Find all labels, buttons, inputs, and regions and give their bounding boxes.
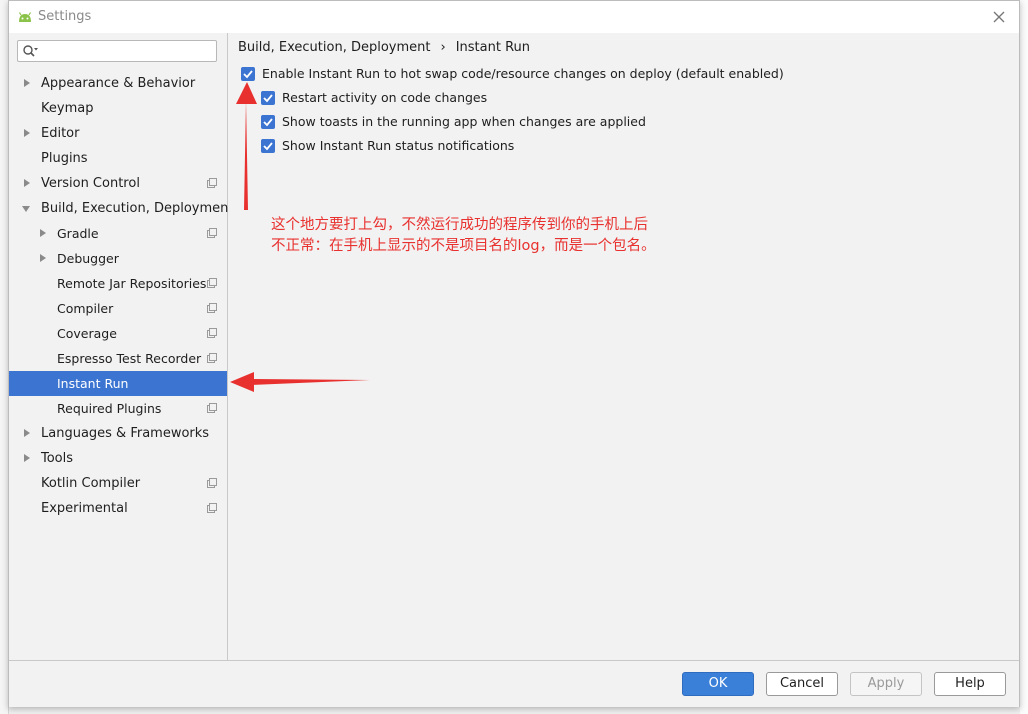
sidebar-item-coverage[interactable]: Coverage [9,321,227,346]
status-notifications-checkbox[interactable] [261,139,275,153]
sidebar-item-label: Plugins [41,151,88,166]
sidebar-item-label: Keymap [41,101,94,116]
sidebar-item-remote-jar-repositories[interactable]: Remote Jar Repositories [9,271,227,296]
settings-dialog: Settings Appearance & Behavior Keymap Edit… [8,0,1020,707]
project-settings-icon [207,403,217,413]
android-icon [18,12,32,22]
chevron-down-icon[interactable] [22,206,30,212]
dialog-footer: OK Cancel Apply Help [9,660,1019,707]
settings-sidebar: Appearance & Behavior Keymap Editor Plugins… [9,33,233,660]
sidebar-item-label: Editor [41,126,80,141]
sidebar-item-kotlin-compiler[interactable]: Kotlin Compiler [9,471,227,496]
apply-button[interactable]: Apply [850,672,922,696]
breadcrumb: Build, Execution, Deployment › Instant Run [238,40,530,55]
sidebar-item-label: Espresso Test Recorder [57,351,202,366]
sidebar-item-label: Build, Execution, Deployment [41,201,234,216]
chevron-right-icon[interactable] [24,129,30,137]
sidebar-item-label: Experimental [41,501,128,516]
sidebar-item-appearance-behavior[interactable]: Appearance & Behavior [9,71,227,96]
project-settings-icon [207,303,217,313]
project-settings-icon [207,328,217,338]
sidebar-item-label: Tools [41,451,74,466]
close-icon [993,11,1005,23]
enable-instant-run-checkbox[interactable] [241,67,255,81]
sidebar-item-version-control[interactable]: Version Control [9,171,227,196]
settings-content: Build, Execution, Deployment › Instant Run… [228,33,1019,660]
sidebar-item-compiler[interactable]: Compiler [9,296,227,321]
sidebar-item-label: Required Plugins [57,401,162,416]
sidebar-item-label: Gradle [57,226,99,241]
enable-instant-run-label: Enable Instant Run to hot swap code/reso… [262,66,784,81]
annotation-line-1: 这个地方要打上勾，不然运行成功的程序传到你的手机上后 [271,217,648,233]
chevron-right-icon[interactable] [24,179,30,187]
sidebar-item-label: Version Control [41,176,140,191]
sidebar-item-espresso-test-recorder[interactable]: Espresso Test Recorder [9,346,227,371]
breadcrumb-parent[interactable]: Build, Execution, Deployment [238,40,430,55]
sidebar-item-label: Compiler [57,301,114,316]
sidebar-item-build-execution-deployment[interactable]: Build, Execution, Deployment [9,196,233,221]
project-settings-icon [207,503,217,513]
breadcrumb-separator: › [440,40,446,55]
project-settings-icon [207,178,217,188]
annotation-line-2: 不正常：在手机上显示的不是项目名的log，而是一个包名。 [271,238,656,254]
cancel-button[interactable]: Cancel [766,672,838,696]
sidebar-item-tools[interactable]: Tools [9,446,227,471]
chevron-right-icon[interactable] [40,254,46,262]
chevron-right-icon[interactable] [40,229,46,237]
chevron-right-icon[interactable] [24,79,30,87]
settings-tree: Appearance & Behavior Keymap Editor Plugins… [9,71,233,521]
sidebar-item-label: Debugger [57,251,119,266]
window-title: Settings [38,9,92,24]
chevron-right-icon[interactable] [24,454,30,462]
search-input[interactable] [17,40,217,62]
sidebar-item-label: Languages & Frameworks [41,426,210,441]
project-settings-icon [207,278,217,288]
checkmark-icon [243,70,253,79]
ok-button[interactable]: OK [682,672,754,696]
checkmark-icon [263,142,273,151]
title-bar: Settings [9,1,1019,33]
search-icon [23,45,38,57]
sidebar-item-required-plugins[interactable]: Required Plugins [9,396,227,421]
project-settings-icon [207,478,217,488]
restart-activity-checkbox[interactable] [261,91,275,105]
sidebar-item-experimental[interactable]: Experimental [9,496,227,521]
background-window-right [1020,0,1028,714]
sidebar-item-label: Appearance & Behavior [41,76,196,91]
checkmark-icon [263,94,273,103]
project-settings-icon [207,353,217,363]
chevron-right-icon[interactable] [24,429,30,437]
sidebar-item-editor[interactable]: Editor [9,121,227,146]
help-button[interactable]: Help [934,672,1006,696]
sidebar-item-plugins[interactable]: Plugins [9,146,227,171]
sidebar-item-keymap[interactable]: Keymap [9,96,227,121]
annotation-text: 这个地方要打上勾，不然运行成功的程序传到你的手机上后 不正常：在手机上显示的不是… [271,215,656,257]
sidebar-item-label: Kotlin Compiler [41,476,141,491]
sidebar-item-label: Coverage [57,326,117,341]
sidebar-item-instant-run[interactable]: Instant Run [9,371,227,396]
sidebar-item-label: Instant Run [57,376,129,391]
restart-activity-label: Restart activity on code changes [282,90,488,105]
status-notifications-label: Show Instant Run status notifications [282,138,515,153]
close-button[interactable] [989,7,1009,27]
show-toasts-checkbox[interactable] [261,115,275,129]
sidebar-item-languages-frameworks[interactable]: Languages & Frameworks [9,421,227,446]
breadcrumb-current: Instant Run [455,40,530,55]
sidebar-item-label: Remote Jar Repositories [57,276,207,291]
sidebar-item-debugger[interactable]: Debugger [9,246,227,271]
project-settings-icon [207,228,217,238]
checkmark-icon [263,118,273,127]
show-toasts-label: Show toasts in the running app when chan… [282,114,646,129]
sidebar-item-gradle[interactable]: Gradle [9,221,227,246]
